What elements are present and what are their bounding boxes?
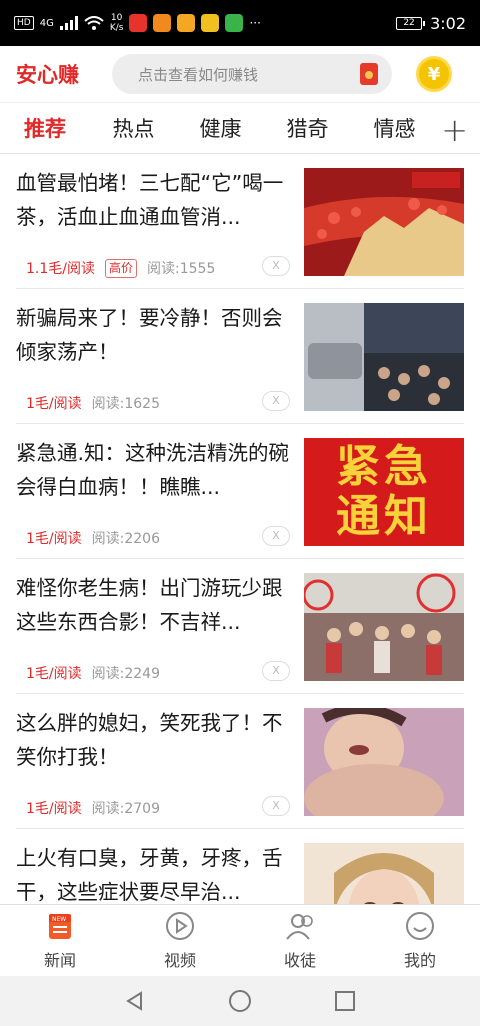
- status-bar: HD 4G 10 K/s ··· 22 3:02: [0, 0, 480, 46]
- net-speed-value: 10: [110, 13, 123, 23]
- list-item[interactable]: 新骗局来了！要冷静！否则会倾家荡产！ 1毛/阅读 阅读:1625 X: [16, 289, 464, 424]
- nav-news[interactable]: NEW 新闻: [0, 905, 120, 976]
- dismiss-button[interactable]: X: [262, 796, 290, 816]
- system-navigation-bar: [0, 976, 480, 1026]
- article-meta: 1毛/阅读 阅读:2206: [26, 528, 160, 548]
- app-notification-icon: [225, 14, 244, 32]
- read-count: 阅读:2249: [91, 666, 160, 682]
- article-thumbnail[interactable]: [304, 303, 464, 411]
- crowd-police-image: [304, 303, 464, 411]
- news-icon: NEW: [49, 914, 71, 939]
- app-notification-icon: [129, 14, 148, 32]
- article-thumbnail[interactable]: 紧急 通知: [304, 438, 464, 546]
- svg-text:NEW: NEW: [52, 916, 66, 923]
- article-meta: 1毛/阅读 阅读:2249: [26, 663, 160, 683]
- app-notification-icon: [153, 14, 172, 32]
- app-logo: 安心赚: [16, 63, 79, 87]
- list-item[interactable]: 这么胖的媳妇，笑死我了！不笑你打我！ 1毛/阅读 阅读:2709 X: [16, 694, 464, 829]
- article-thumbnail[interactable]: [304, 708, 464, 816]
- nav-mine-label: 我的: [403, 951, 436, 970]
- search-bar[interactable]: 点击查看如何赚钱: [112, 54, 392, 94]
- app-notification-icon: [201, 14, 220, 32]
- more-notifications-icon: ···: [249, 16, 261, 30]
- signal-type: 4G: [39, 17, 54, 29]
- dismiss-button[interactable]: X: [262, 256, 290, 276]
- article-thumbnail[interactable]: [304, 843, 464, 904]
- article-title[interactable]: 新骗局来了！要冷静！否则会倾家荡产！: [16, 301, 292, 369]
- home-icon[interactable]: [228, 989, 252, 1013]
- search-placeholder: 点击查看如何赚钱: [138, 65, 259, 84]
- clock: 3:02: [430, 13, 466, 33]
- red-envelope-icon[interactable]: [360, 63, 378, 85]
- funny-woman-image: [304, 708, 464, 816]
- wifi-icon: [84, 16, 104, 30]
- users-icon: [286, 914, 313, 940]
- tab-hot[interactable]: 热点: [90, 113, 177, 143]
- category-tabs: 推荐 热点 健康 猎奇 情感 +: [0, 102, 480, 154]
- list-item[interactable]: 上火有口臭，牙黄，牙疼，舌干，这些症状要尽早治...: [16, 829, 464, 904]
- read-count: 阅读:2206: [91, 531, 160, 547]
- woman-portrait-image: [304, 843, 464, 904]
- net-speed: 10 K/s: [110, 13, 124, 33]
- news-feed: 血管最怕堵！三七配“它”喝一茶，活血止血通血管消... 1.1毛/阅读 高价 阅…: [0, 154, 480, 904]
- article-title[interactable]: 上火有口臭，牙黄，牙疼，舌干，这些症状要尽早治...: [16, 841, 292, 904]
- article-title[interactable]: 难怪你老生病！出门游玩少跟这些东西合影！不吉祥...: [16, 571, 292, 639]
- article-thumbnail[interactable]: [304, 573, 464, 681]
- urgent-notice-text: 紧急: [336, 441, 432, 492]
- nav-recruit[interactable]: 收徒: [240, 905, 360, 976]
- add-tab-button[interactable]: +: [441, 111, 468, 149]
- nav-video-label: 视频: [163, 951, 196, 970]
- recents-icon[interactable]: [334, 990, 356, 1012]
- nav-news-label: 新闻: [43, 951, 76, 970]
- list-item[interactable]: 血管最怕堵！三七配“它”喝一茶，活血止血通血管消... 1.1毛/阅读 高价 阅…: [16, 154, 464, 289]
- list-item[interactable]: 难怪你老生病！出门游玩少跟这些东西合影！不吉祥... 1毛/阅读 阅读:2249…: [16, 559, 464, 694]
- article-title[interactable]: 血管最怕堵！三七配“它”喝一茶，活血止血通血管消...: [16, 166, 292, 234]
- reward-rate: 1毛/阅读: [26, 396, 82, 412]
- nav-recruit-label: 收徒: [283, 951, 316, 970]
- network-type: HD: [14, 16, 34, 30]
- dismiss-button[interactable]: X: [262, 391, 290, 411]
- coin-icon[interactable]: ¥: [416, 56, 452, 92]
- app-header: 安心赚 点击查看如何赚钱 ¥: [0, 46, 480, 102]
- article-meta: 1毛/阅读 阅读:1625: [26, 393, 160, 413]
- reward-rate: 1毛/阅读: [26, 801, 82, 817]
- dismiss-button[interactable]: X: [262, 526, 290, 546]
- urgent-notice-text: 通知: [336, 491, 432, 542]
- tab-recommend[interactable]: 推荐: [0, 113, 90, 143]
- read-count: 阅读:1555: [147, 261, 216, 277]
- article-meta: 1毛/阅读 阅读:2709: [26, 798, 160, 818]
- tourist-crowd-image: [304, 573, 464, 681]
- blood-vessel-image: [304, 168, 464, 276]
- play-icon: [166, 912, 194, 940]
- reward-rate: 1.1毛/阅读: [26, 261, 95, 277]
- tab-health[interactable]: 健康: [177, 113, 264, 143]
- nav-video[interactable]: 视频: [120, 905, 240, 976]
- article-title[interactable]: 紧急通.知：这种洗洁精洗的碗会得白血病！！瞧瞧...: [16, 436, 292, 504]
- read-count: 阅读:2709: [91, 801, 160, 817]
- article-title[interactable]: 这么胖的媳妇，笑死我了！不笑你打我！: [16, 706, 292, 774]
- article-thumbnail[interactable]: [304, 168, 464, 276]
- article-meta: 1.1毛/阅读 高价 阅读:1555: [26, 258, 215, 278]
- read-count: 阅读:1625: [91, 396, 160, 412]
- back-icon[interactable]: [124, 990, 146, 1012]
- net-speed-unit: K/s: [109, 23, 124, 33]
- list-item[interactable]: 紧急通.知：这种洗洁精洗的碗会得白血病！！瞧瞧... 1毛/阅读 阅读:2206…: [16, 424, 464, 559]
- signal-icon: [59, 16, 78, 30]
- tab-curiosity[interactable]: 猎奇: [264, 113, 351, 143]
- nav-mine[interactable]: 我的: [360, 905, 480, 976]
- reward-rate: 1毛/阅读: [26, 666, 82, 682]
- app-notification-icon: [177, 14, 196, 32]
- reward-rate: 1毛/阅读: [26, 531, 82, 547]
- tab-emotion[interactable]: 情感: [351, 113, 438, 143]
- high-price-badge: 高价: [104, 258, 137, 278]
- dismiss-button[interactable]: X: [262, 661, 290, 681]
- profile-icon: [406, 912, 434, 940]
- bottom-navigation: NEW 新闻 视频 收徒 我的: [0, 904, 480, 976]
- battery-icon: 22: [396, 16, 426, 30]
